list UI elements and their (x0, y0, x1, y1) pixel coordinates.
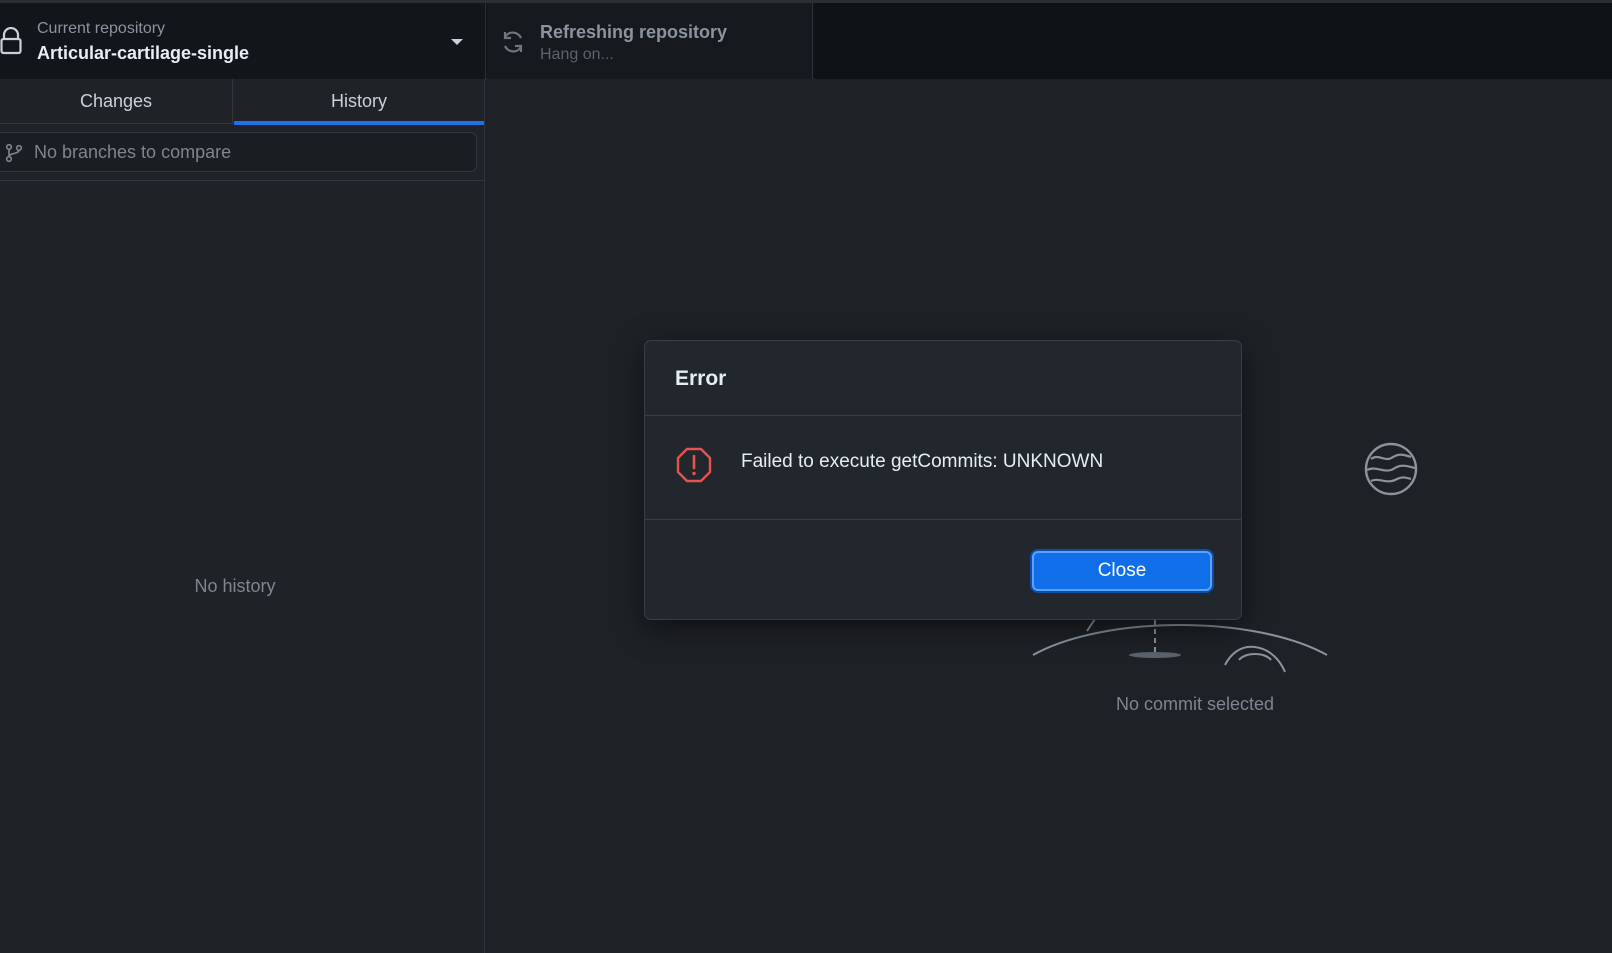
dialog-header: Error (645, 341, 1241, 416)
fetch-button[interactable]: Refreshing repository Hang on... (487, 3, 813, 79)
repository-label: Current repository (37, 20, 166, 37)
dialog-title: Error (675, 367, 727, 390)
dialog-body: Failed to execute getCommits: UNKNOWN (645, 417, 1241, 520)
branch-compare-field[interactable] (0, 132, 477, 172)
branch-compare-input[interactable] (32, 133, 462, 171)
fetch-title: Refreshing repository (540, 22, 728, 42)
tab-history-label: History (330, 91, 387, 111)
close-button[interactable]: Close (1032, 551, 1212, 591)
sidebar: Changes History No history (0, 79, 485, 953)
chevron-down-icon (451, 39, 463, 45)
error-message: Failed to execute getCommits: UNKNOWN (741, 451, 1104, 472)
repository-selector[interactable]: Current repository Articular-cartilage-s… (0, 3, 486, 79)
tab-changes-label: Changes (79, 91, 153, 111)
git-branch-icon (5, 143, 23, 163)
planet-icon (1364, 442, 1418, 496)
toolbar: Current repository Articular-cartilage-s… (0, 0, 1612, 79)
repository-name: Articular-cartilage-single (37, 43, 250, 63)
error-dialog: Error Failed to execute getCommits: UNKN… (644, 340, 1242, 620)
lock-icon (0, 27, 22, 55)
no-history-text: No history (194, 576, 276, 596)
tab-history[interactable]: History (234, 79, 484, 125)
dialog-footer: Close (645, 521, 1241, 619)
sync-icon (503, 31, 523, 53)
toolbar-empty-area (814, 3, 1612, 79)
sidebar-divider (0, 180, 485, 181)
no-commit-text: No commit selected (1115, 694, 1275, 714)
tab-bar: Changes History (0, 79, 485, 125)
tab-selected-indicator (234, 121, 484, 125)
tab-changes[interactable]: Changes (0, 79, 233, 124)
error-icon (676, 447, 712, 483)
fetch-subtitle: Hang on... (540, 46, 614, 63)
